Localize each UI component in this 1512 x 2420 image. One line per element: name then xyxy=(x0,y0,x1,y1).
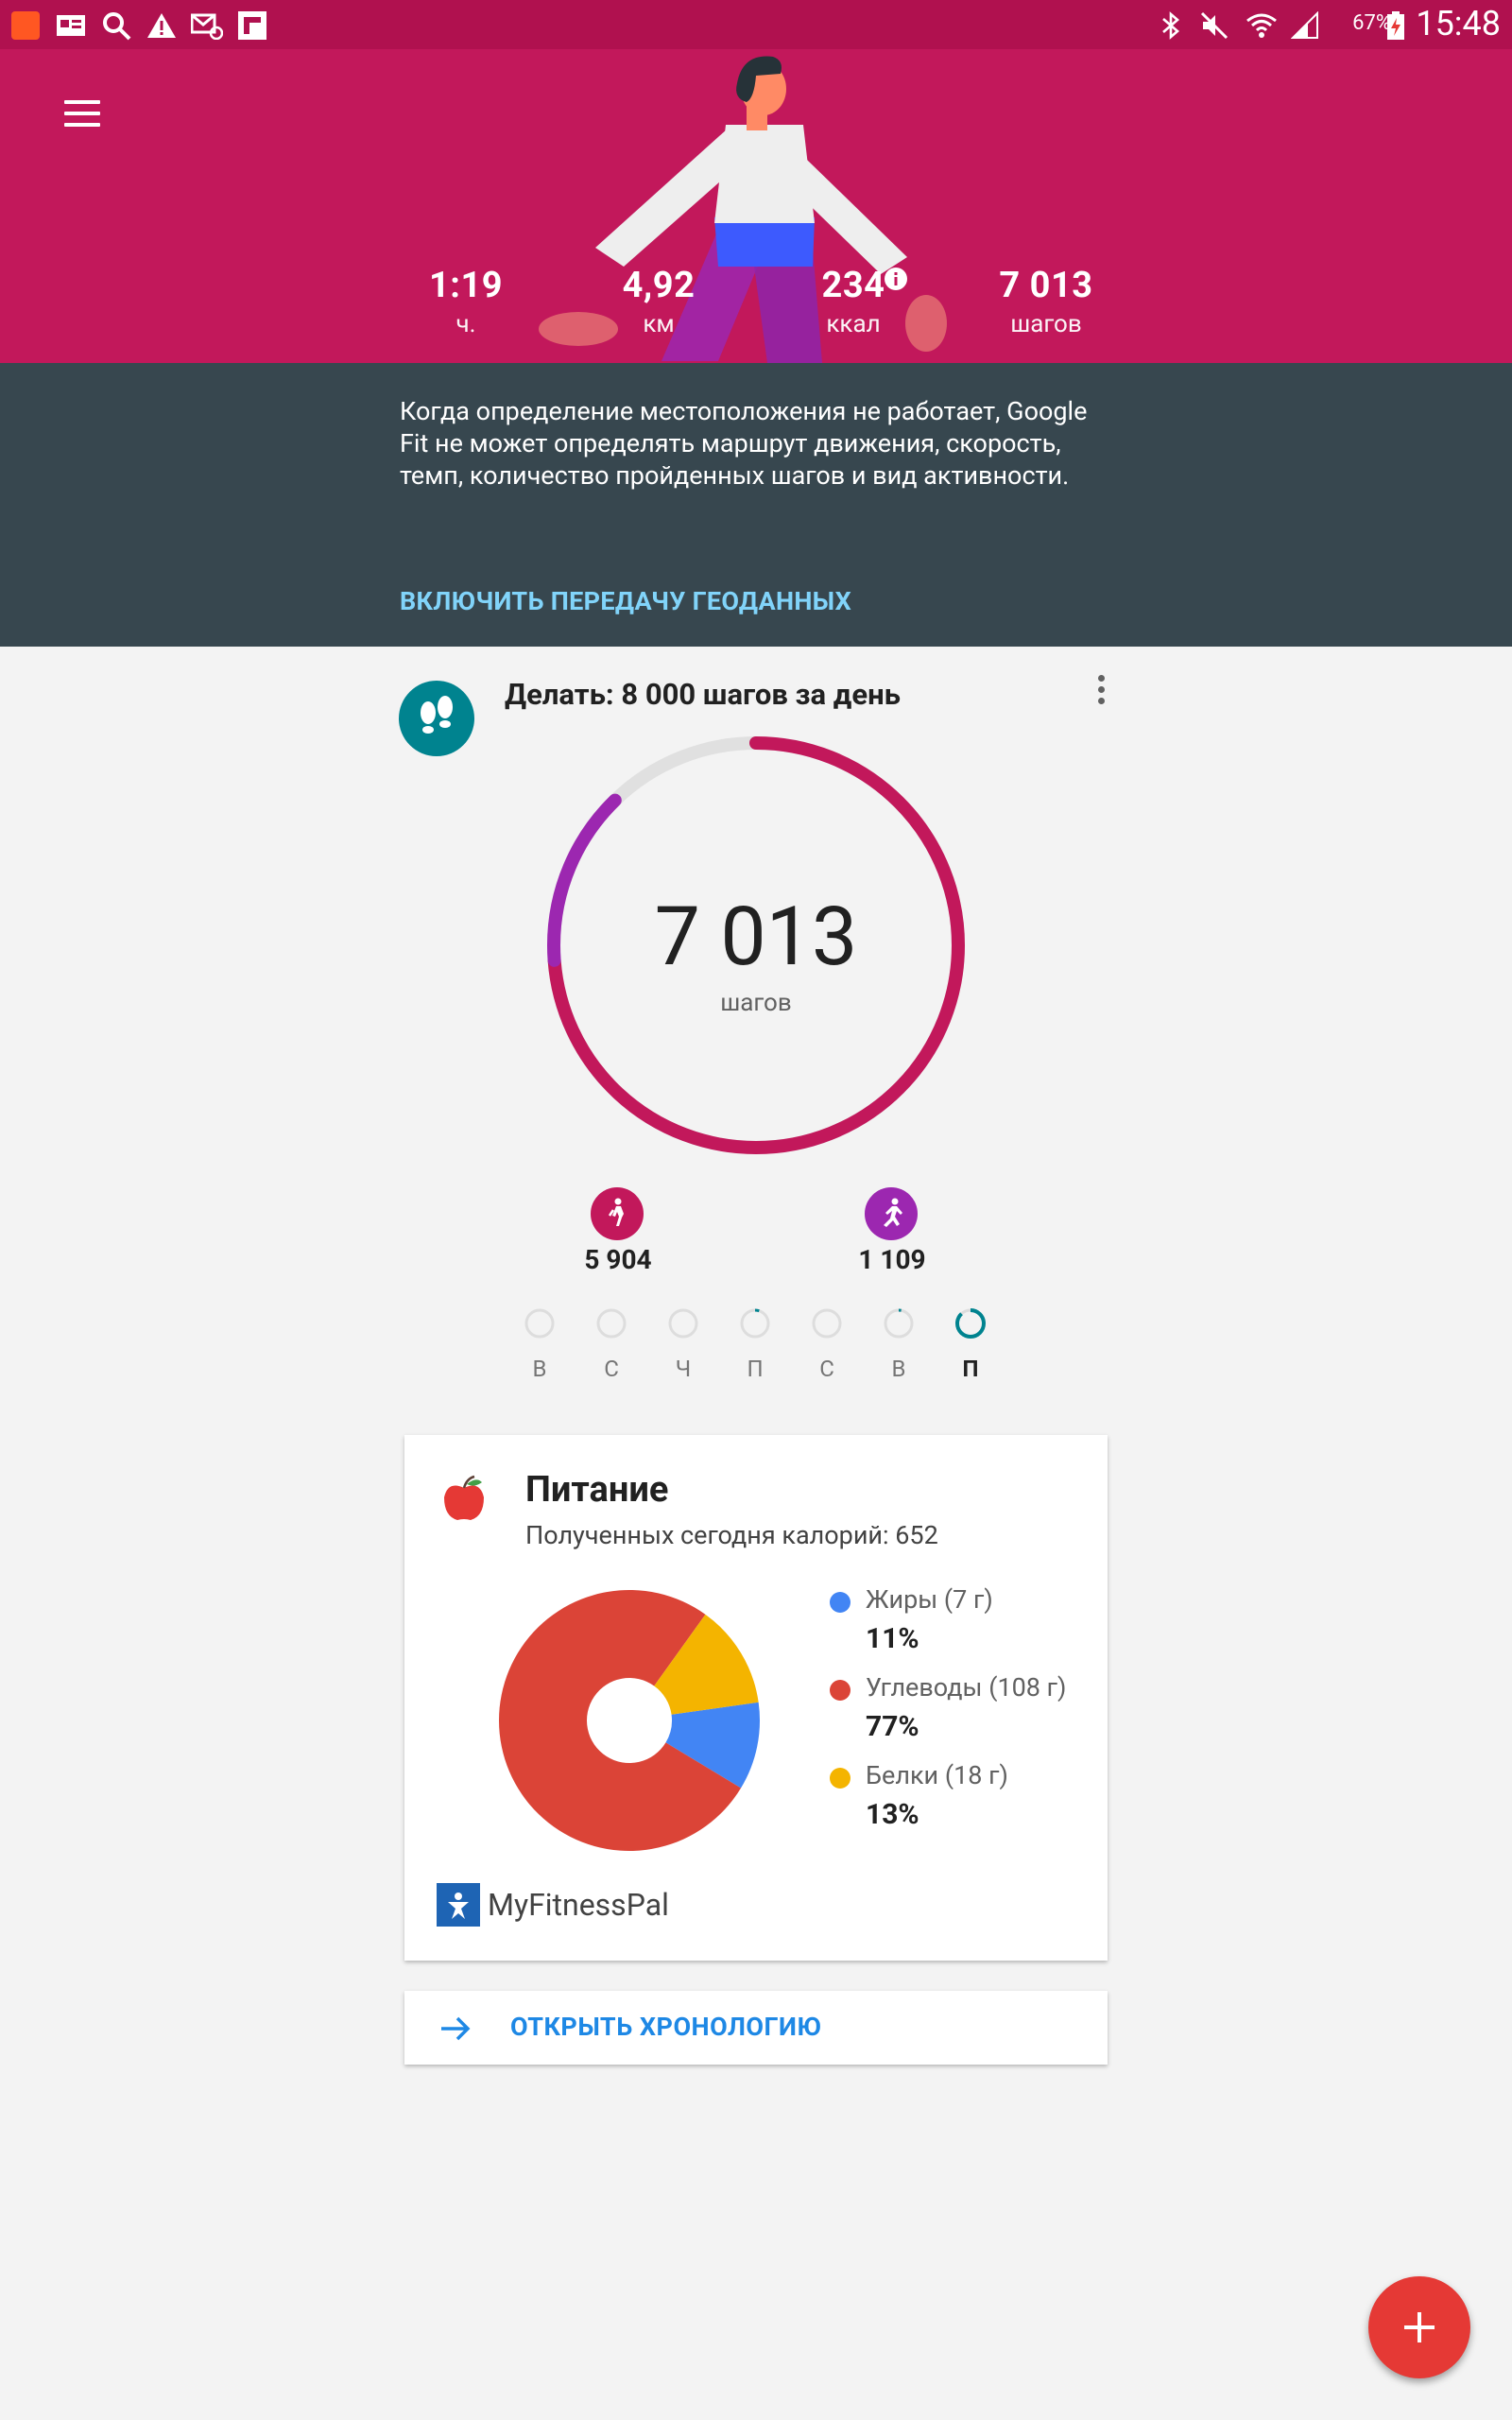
day-indicator[interactable]: В xyxy=(880,1305,918,1382)
apple-icon xyxy=(438,1473,490,1524)
legend-label: Белки (18 г) xyxy=(866,1760,1008,1790)
flipboard-icon xyxy=(236,9,268,42)
header: 1:19 ч. 4,92 км 234 ккал 7 013 шагов xyxy=(0,49,1512,363)
day-indicator[interactable]: П xyxy=(952,1305,989,1382)
day-label: С xyxy=(819,1356,834,1382)
stat-value: 7 013 xyxy=(999,265,1093,306)
location-notice: Когда определение местоположения не рабо… xyxy=(0,363,1512,647)
day-progress-ring xyxy=(884,1308,914,1339)
steps-unit: шагов xyxy=(720,989,792,1017)
clock: 15:48 xyxy=(1416,4,1501,43)
email-icon xyxy=(191,9,223,42)
day-progress-ring xyxy=(955,1308,986,1339)
footsteps-icon xyxy=(399,681,474,756)
walking-steps: 5 904 xyxy=(584,1244,652,1275)
notice-text: Когда определение местоположения не рабо… xyxy=(400,396,1088,491)
running-steps: 1 109 xyxy=(858,1244,926,1275)
day-progress-arc xyxy=(955,1308,986,1339)
status-bar: 67% 15:48 xyxy=(0,0,1512,49)
arrow-right-icon xyxy=(438,2012,472,2046)
day-progress-ring xyxy=(668,1308,698,1339)
open-timeline-button[interactable]: ОТКРЫТЬ ХРОНОЛОГИЮ xyxy=(404,1991,1108,2065)
stat-label: ккал xyxy=(826,310,881,338)
macros-donut-chart xyxy=(499,1590,760,1851)
day-indicator[interactable]: П xyxy=(736,1305,774,1382)
bluetooth-icon xyxy=(1155,9,1187,42)
timeline-label: ОТКРЫТЬ ХРОНОЛОГИЮ xyxy=(510,2012,822,2042)
mute-icon xyxy=(1198,9,1230,42)
menu-button[interactable] xyxy=(60,91,106,136)
goal-title: Делать: 8 000 шагов за день xyxy=(505,677,901,712)
stat-label: шагов xyxy=(1010,310,1082,338)
day-label: П xyxy=(962,1356,979,1382)
more-options-icon[interactable] xyxy=(1089,673,1115,707)
legend-label: Углеводы (108 г) xyxy=(866,1672,1067,1703)
stat-time: 1:19 ч. xyxy=(390,265,541,338)
walking-icon xyxy=(591,1187,644,1240)
wifi-icon xyxy=(1246,9,1278,42)
running-icon xyxy=(865,1187,918,1240)
steps-count: 7 013 xyxy=(654,889,858,984)
signal-icon xyxy=(1289,9,1321,42)
stat-value: 1:19 xyxy=(428,265,504,306)
day-indicator[interactable]: Ч xyxy=(664,1305,702,1382)
day-indicator[interactable]: С xyxy=(808,1305,846,1382)
legend-dot xyxy=(830,1680,850,1701)
day-label: С xyxy=(604,1356,619,1382)
battery-icon xyxy=(1380,9,1412,42)
legend-percent: 13% xyxy=(866,1798,919,1831)
add-button[interactable] xyxy=(1368,2276,1470,2378)
legend-percent: 11% xyxy=(866,1622,919,1655)
myfitnesspal-logo xyxy=(437,1883,480,1927)
legend-dot xyxy=(830,1768,850,1789)
legend-label: Жиры (7 г) xyxy=(866,1584,993,1615)
day-progress-ring xyxy=(596,1308,627,1339)
enable-location-button[interactable]: ВКЛЮЧИТЬ ПЕРЕДАЧУ ГЕОДАННЫХ xyxy=(400,586,851,616)
legend-dot xyxy=(830,1592,850,1613)
stat-label: ч. xyxy=(455,310,476,338)
legend-percent: 77% xyxy=(866,1710,919,1743)
day-label: П xyxy=(747,1356,764,1382)
calories-today: Полученных сегодня калорий: 652 xyxy=(525,1520,938,1550)
stat-distance: 4,92 км xyxy=(583,265,734,338)
info-icon[interactable] xyxy=(884,267,908,291)
day-label: В xyxy=(891,1356,906,1382)
stat-value: 4,92 xyxy=(622,265,696,306)
day-progress-ring xyxy=(740,1308,770,1339)
app-notification-icon xyxy=(9,9,42,42)
source-name: MyFitnessPal xyxy=(488,1887,669,1923)
day-label: В xyxy=(532,1356,547,1382)
day-progress-ring xyxy=(524,1308,555,1339)
search-icon xyxy=(100,9,132,42)
stat-steps: 7 013 шагов xyxy=(971,265,1122,338)
day-indicator[interactable]: С xyxy=(593,1305,630,1382)
warning-icon xyxy=(146,9,178,42)
nutrition-title: Питание xyxy=(525,1469,669,1511)
day-progress-ring xyxy=(812,1308,842,1339)
walking-person-illustration xyxy=(539,56,947,363)
stat-label: км xyxy=(643,310,675,338)
day-label: Ч xyxy=(675,1356,692,1382)
nutrition-card[interactable]: Питание Полученных сегодня калорий: 652 … xyxy=(404,1435,1108,1961)
day-indicator[interactable]: В xyxy=(521,1305,558,1382)
news-icon xyxy=(55,9,87,42)
